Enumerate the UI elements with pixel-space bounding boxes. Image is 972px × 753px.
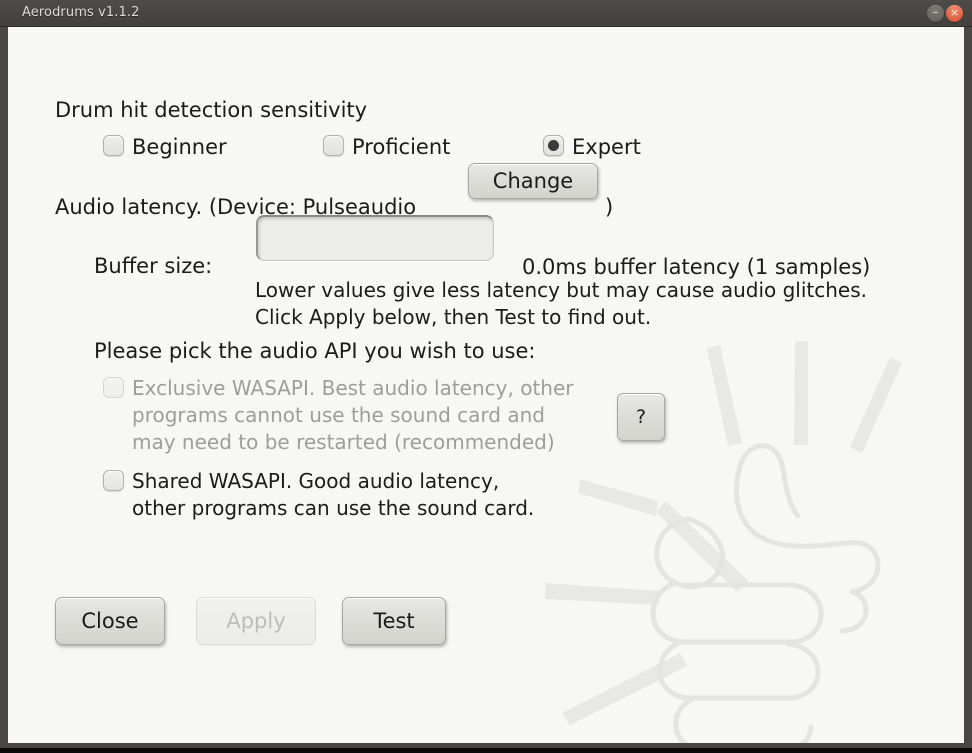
window-title: Aerodrums v1.1.2 bbox=[22, 5, 140, 20]
close-icon: × bbox=[949, 6, 960, 19]
window-controls: – × bbox=[927, 5, 963, 22]
minimize-button[interactable]: – bbox=[927, 5, 944, 22]
radio-proficient-label: Proficient bbox=[352, 135, 451, 159]
buffer-size-input[interactable] bbox=[256, 215, 494, 261]
apply-button[interactable]: Apply bbox=[196, 597, 316, 645]
sensitivity-heading: Drum hit detection sensitivity bbox=[55, 98, 368, 122]
thumbs-up-watermark-icon bbox=[545, 341, 902, 743]
radio-beginner[interactable] bbox=[103, 135, 124, 156]
checkbox-shared-wasapi-label: Shared WASAPI. Good audio latency, other… bbox=[132, 469, 535, 520]
application-window: Aerodrums v1.1.2 – × Drum hit detection … bbox=[0, 0, 972, 753]
change-device-button[interactable]: Change bbox=[468, 163, 598, 199]
dialog-content: Drum hit detection sensitivity Beginner … bbox=[8, 27, 964, 743]
radio-expert[interactable] bbox=[543, 135, 564, 156]
audio-latency-label-suffix: ) bbox=[605, 195, 614, 219]
title-bar: Aerodrums v1.1.2 – × bbox=[0, 0, 972, 27]
radio-expert-label: Expert bbox=[572, 135, 641, 159]
test-button[interactable]: Test bbox=[342, 597, 446, 645]
radio-beginner-label: Beginner bbox=[132, 135, 227, 159]
checkbox-shared-wasapi[interactable] bbox=[103, 470, 124, 491]
checkbox-exclusive-wasapi-label: Exclusive WASAPI. Best audio latency, ot… bbox=[132, 376, 574, 454]
buffer-latency-readout: 0.0ms buffer latency (1 samples) bbox=[522, 255, 871, 279]
radio-proficient[interactable] bbox=[323, 135, 344, 156]
minimize-icon: – bbox=[932, 5, 939, 19]
close-window-button[interactable]: × bbox=[946, 5, 963, 22]
help-button[interactable]: ? bbox=[617, 393, 665, 441]
audio-api-heading: Please pick the audio API you wish to us… bbox=[94, 339, 536, 363]
close-button[interactable]: Close bbox=[55, 597, 165, 645]
buffer-hint-text: Lower values give less latency but may c… bbox=[255, 278, 868, 329]
radio-expert-dot bbox=[548, 140, 559, 151]
buffer-size-label: Buffer size: bbox=[94, 254, 213, 278]
checkbox-exclusive-wasapi[interactable] bbox=[103, 377, 124, 398]
